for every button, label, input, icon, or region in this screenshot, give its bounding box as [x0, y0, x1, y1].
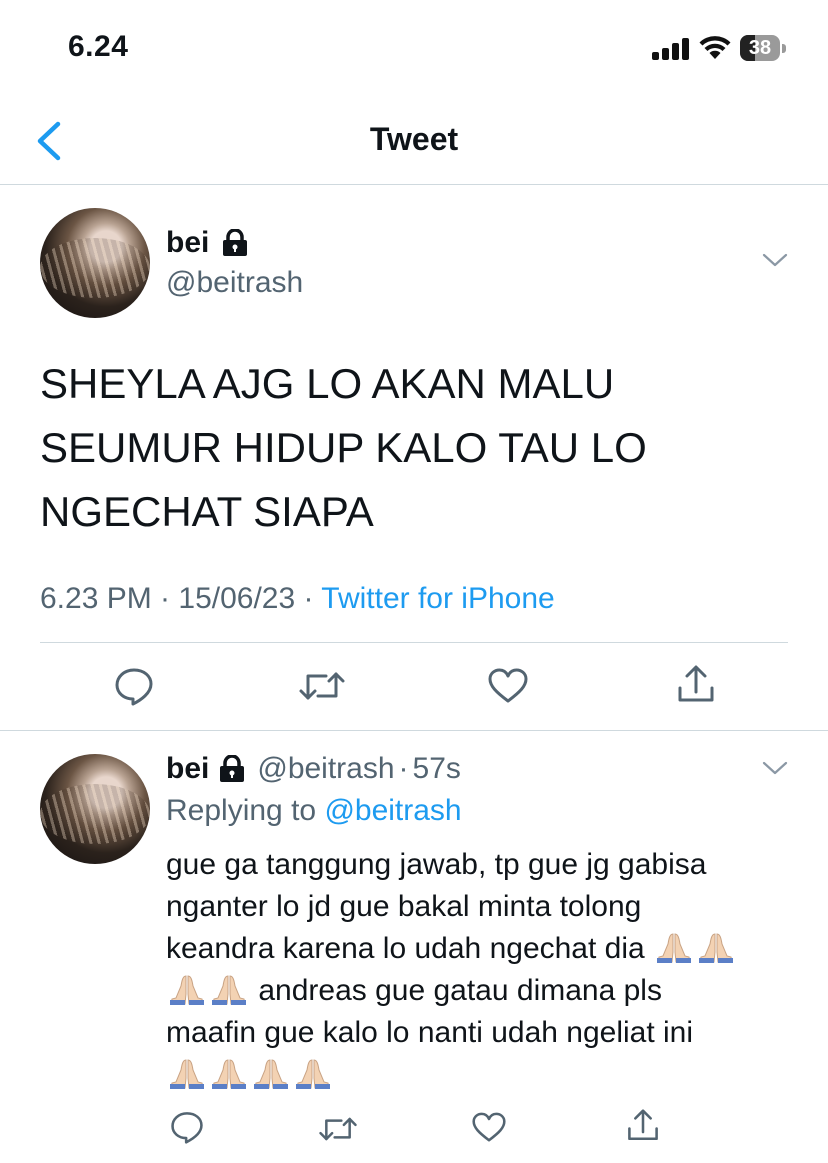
tweet-timestamp: 6.23 PM · 15/06/23 · [40, 582, 322, 615]
comment-icon[interactable] [170, 1110, 204, 1144]
tweet-text-line: SHEYLA AJG LO AKAN MALU [40, 360, 615, 407]
chevron-down-icon[interactable] [762, 252, 788, 268]
lock-icon [223, 229, 247, 256]
lock-icon [220, 755, 245, 782]
tweet-text: SHEYLA AJG LO AKAN MALU SEUMUR HIDUP KAL… [40, 352, 760, 544]
retweet-icon[interactable] [298, 668, 346, 704]
reply-header: bei @beitrash · 57s [166, 752, 461, 786]
avatar[interactable] [40, 208, 150, 318]
reply-text-line [166, 1054, 786, 1096]
tweet-text-line: SEUMUR HIDUP KALO TAU LO [40, 424, 647, 471]
reply-text: gue ga tanggung jawab, tp gue jg gabisa … [166, 844, 786, 1096]
folded-hands-emoji [292, 1058, 334, 1091]
folded-hands-emoji [208, 1058, 250, 1091]
folded-hands-emoji [695, 932, 737, 965]
reply-author-name[interactable]: bei [166, 752, 209, 786]
replying-to-label: Replying to [166, 794, 325, 827]
cellular-signal-icon [652, 38, 689, 60]
meta-divider [40, 642, 788, 643]
reply-avatar[interactable] [40, 754, 150, 864]
replying-to: Replying to @beitrash [166, 794, 462, 828]
reply-text-line: maafin gue kalo lo nanti udah ngeliat in… [166, 1016, 694, 1049]
author-handle[interactable]: @beitrash [166, 266, 303, 300]
reply-author-handle[interactable]: @beitrash [257, 752, 394, 786]
retweet-icon[interactable] [318, 1114, 358, 1144]
page-title: Tweet [369, 121, 459, 157]
folded-hands-emoji [208, 974, 250, 1007]
folded-hands-emoji [166, 974, 208, 1007]
comment-icon[interactable] [114, 666, 154, 706]
reply-timestamp[interactable]: 57s [413, 752, 461, 786]
reply-text-line: nganter lo jd gue bakal minta tolong [166, 890, 642, 923]
tweet-meta: 6.23 PM · 15/06/23 · Twitter for iPhone [40, 582, 555, 616]
tweet-text-line: NGECHAT SIAPA [40, 488, 374, 535]
separator-dot: · [398, 752, 409, 785]
folded-hands-emoji [653, 932, 695, 965]
heart-icon[interactable] [472, 1112, 506, 1143]
author-name[interactable]: bei [166, 226, 209, 260]
share-icon[interactable] [626, 1108, 660, 1144]
tweet-source-link[interactable]: Twitter for iPhone [321, 582, 554, 615]
reply-text-line: keandra karena lo udah ngechat dia [166, 928, 786, 970]
reply-text-line: gue ga tanggung jawab, tp gue jg gabisa [166, 848, 707, 881]
battery-indicator: 38 [740, 35, 790, 63]
tweet-divider [0, 730, 828, 731]
reply-text-fragment: andreas gue gatau dimana pls [258, 974, 662, 1007]
folded-hands-emoji [250, 1058, 292, 1091]
battery-percent: 38 [748, 37, 772, 59]
reply-text-fragment: keandra karena lo udah ngechat dia [166, 932, 645, 965]
header-divider [0, 184, 828, 185]
reply-text-line: andreas gue gatau dimana pls [166, 970, 786, 1012]
status-time: 6.24 [68, 30, 129, 63]
replying-to-handle[interactable]: @beitrash [324, 794, 461, 827]
share-icon[interactable] [676, 664, 716, 706]
heart-icon[interactable] [488, 668, 528, 704]
folded-hands-emoji [166, 1058, 208, 1091]
wifi-icon [699, 36, 731, 59]
chevron-down-icon[interactable] [762, 760, 788, 776]
